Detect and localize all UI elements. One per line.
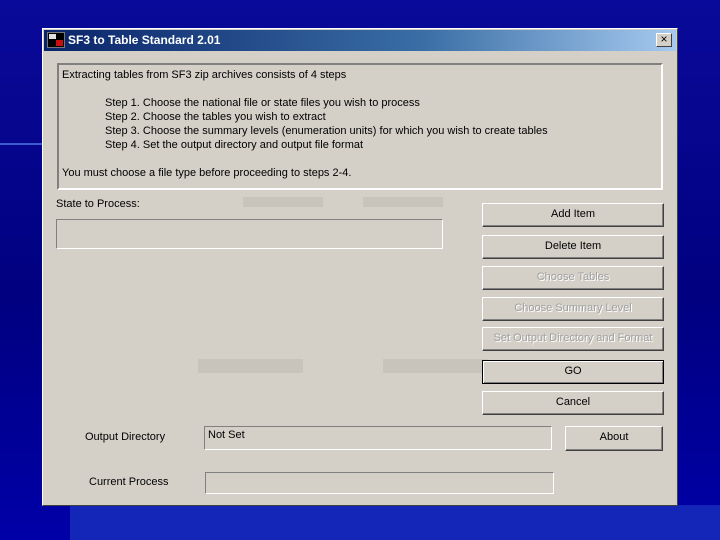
set-output-directory-button[interactable]: Set Output Directory and Format: [482, 327, 664, 351]
ghost-artifact: [363, 197, 443, 207]
step-1-text: Step 1. Choose the national file or stat…: [105, 97, 420, 109]
output-directory-field[interactable]: Not Set: [204, 426, 552, 450]
current-process-label: Current Process: [89, 476, 169, 488]
title-bar[interactable]: SF3 to Table Standard 2.01 ×: [44, 30, 676, 51]
step-4-text: Step 4. Set the output directory and out…: [105, 139, 364, 151]
current-process-field: [205, 472, 554, 494]
background-bottom-band: [70, 505, 720, 540]
window-title: SF3 to Table Standard 2.01: [68, 33, 221, 47]
ghost-artifact: [198, 359, 303, 373]
step-2-text: Step 2. Choose the tables you wish to ex…: [105, 111, 326, 123]
add-item-button[interactable]: Add Item: [482, 203, 664, 227]
instructions-panel: Extracting tables from SF3 zip archives …: [57, 63, 663, 190]
app-icon: [47, 32, 65, 48]
go-button[interactable]: GO: [482, 360, 664, 384]
step-3-text: Step 3. Choose the summary levels (enume…: [105, 125, 548, 137]
delete-item-button[interactable]: Delete Item: [482, 235, 664, 259]
ghost-artifact: [383, 359, 488, 373]
state-to-process-list[interactable]: [56, 219, 443, 249]
app-window: SF3 to Table Standard 2.01 × Extracting …: [42, 28, 678, 506]
ghost-artifact: [243, 197, 323, 207]
about-button[interactable]: About: [565, 426, 663, 451]
close-button[interactable]: ×: [656, 33, 672, 47]
instructions-intro: Extracting tables from SF3 zip archives …: [62, 69, 347, 81]
state-to-process-label: State to Process:: [56, 198, 140, 210]
file-type-note: You must choose a file type before proce…: [62, 167, 352, 179]
cancel-button[interactable]: Cancel: [482, 391, 664, 415]
choose-tables-button[interactable]: Choose Tables: [482, 266, 664, 290]
output-directory-label: Output Directory: [85, 431, 166, 443]
choose-summary-level-button[interactable]: Choose Summary Level: [482, 297, 664, 321]
